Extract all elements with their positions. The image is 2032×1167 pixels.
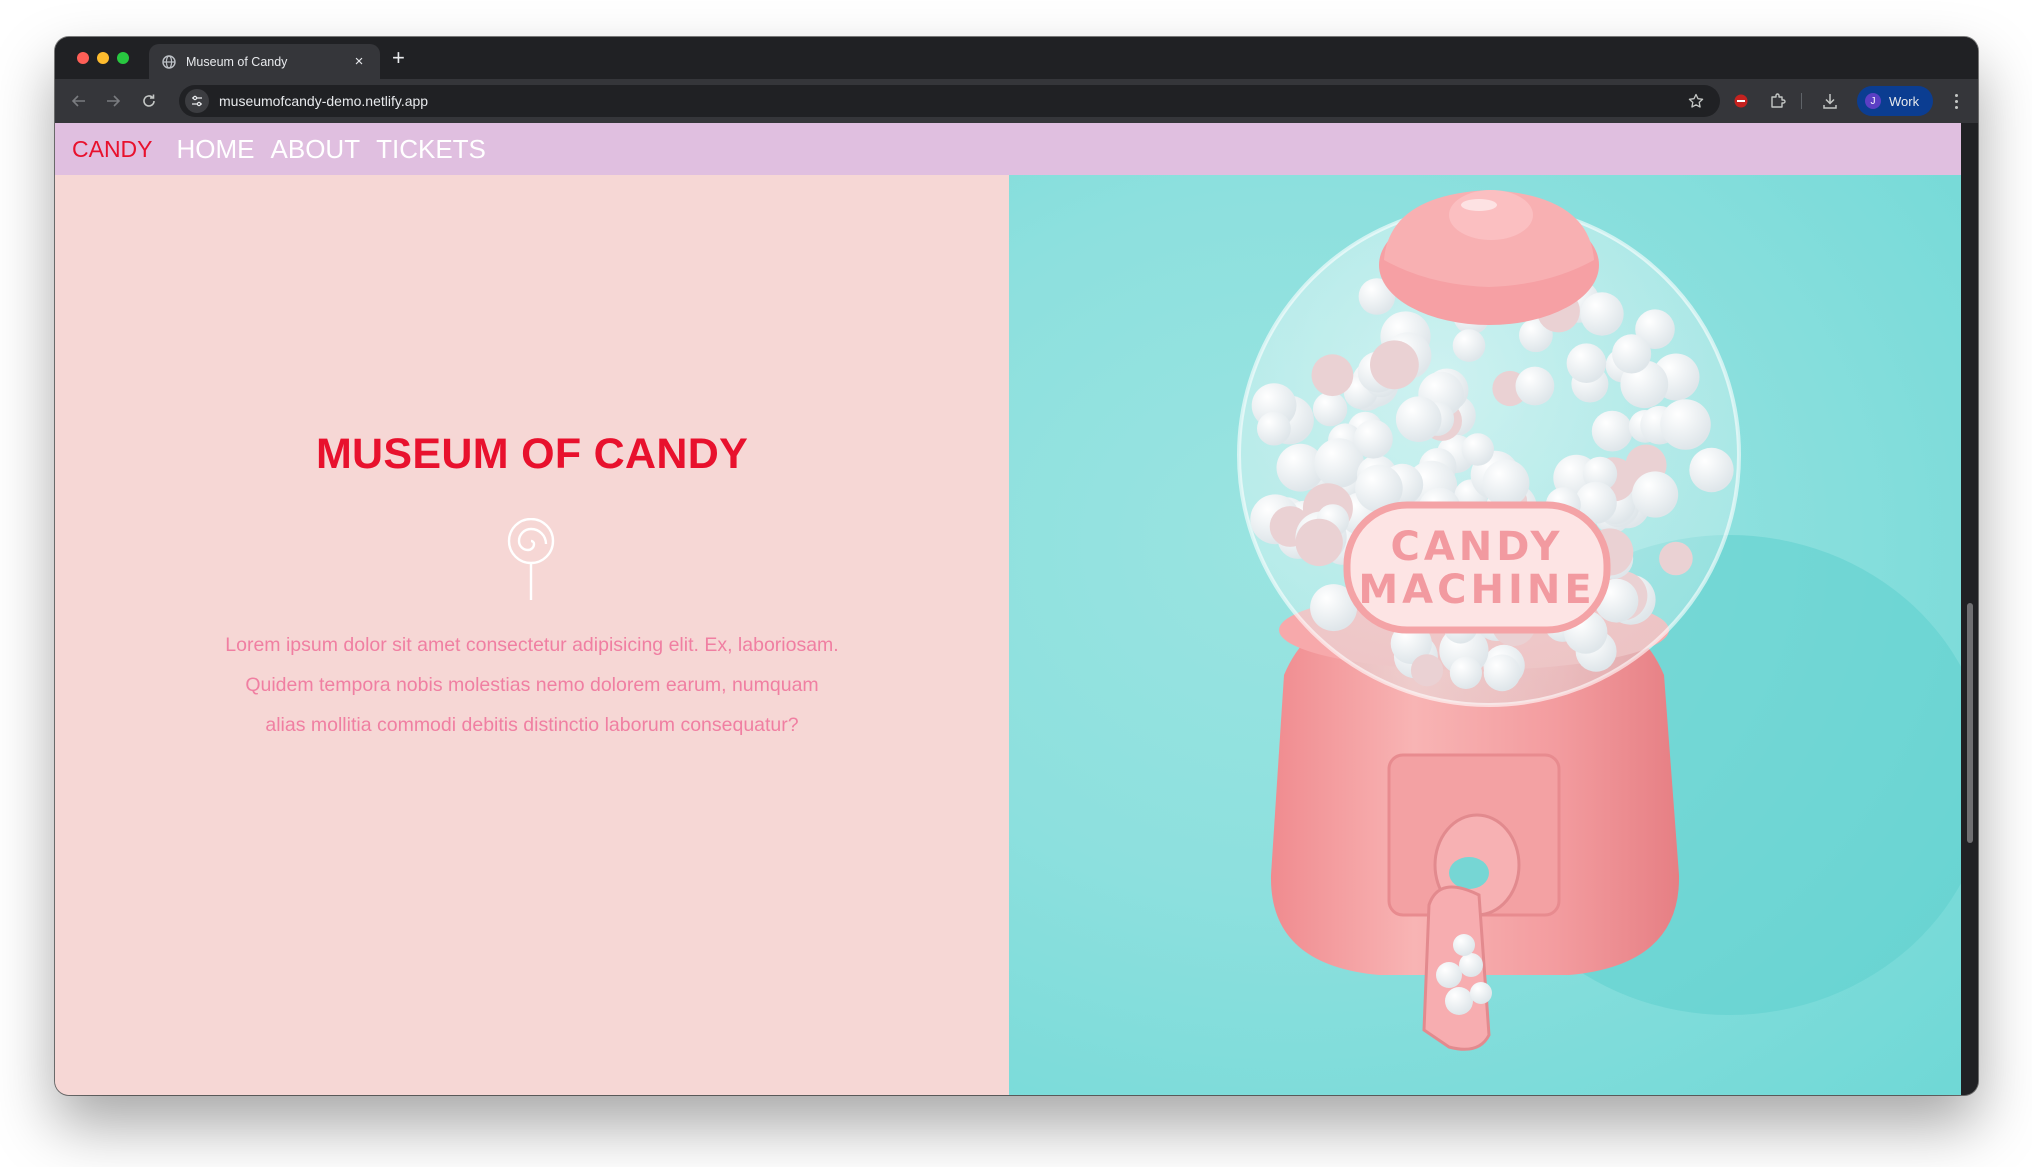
sign-line-2: MACHINE xyxy=(1358,567,1595,613)
gumball-machine-image: CANDY MACHINE xyxy=(1009,175,1961,1095)
star-icon[interactable] xyxy=(1686,91,1706,111)
gumball xyxy=(1482,459,1530,507)
gumball xyxy=(1370,340,1419,390)
close-window-button[interactable] xyxy=(77,52,89,64)
gumball xyxy=(1612,334,1652,374)
maximize-window-button[interactable] xyxy=(117,52,129,64)
sign-line-1: CANDY xyxy=(1390,524,1563,570)
scrollbar-thumb[interactable] xyxy=(1967,603,1973,843)
gumball xyxy=(1659,541,1693,576)
address-bar[interactable]: museumofcandy-demo.netlify.app xyxy=(179,85,1720,117)
gumball xyxy=(1353,419,1393,459)
nav-link-about[interactable]: ABOUT xyxy=(271,134,361,165)
gumball xyxy=(1311,354,1354,397)
browser-toolbar: museumofcandy-demo.netlify.app J Work xyxy=(55,79,1978,123)
puzzle-icon[interactable] xyxy=(1768,91,1788,111)
blocker-extension-icon[interactable] xyxy=(1731,91,1751,111)
new-tab-button[interactable]: + xyxy=(392,47,405,69)
scrollbar[interactable] xyxy=(1961,123,1978,1095)
gumball xyxy=(1295,518,1343,567)
gumball xyxy=(1410,654,1444,687)
nav-link-tickets[interactable]: TICKETS xyxy=(376,134,486,165)
reload-icon[interactable] xyxy=(139,91,159,111)
download-icon[interactable] xyxy=(1820,91,1840,111)
more-menu-icon[interactable] xyxy=(1949,91,1963,111)
gumball xyxy=(1515,366,1555,406)
avatar: J xyxy=(1865,93,1881,109)
globe-icon xyxy=(161,54,177,70)
toolbar-divider xyxy=(1801,93,1802,109)
profile-label: Work xyxy=(1889,93,1920,109)
page-viewport: CANDY HOME ABOUT TICKETS MUSEUM OF CANDY… xyxy=(55,123,1961,1095)
gumball xyxy=(1312,391,1348,427)
gumball xyxy=(1461,433,1494,466)
browser-window: Museum of Candy × + museumofcandy-demo.n… xyxy=(55,37,1978,1095)
minimize-window-button[interactable] xyxy=(97,52,109,64)
lollipop-icon xyxy=(507,518,555,600)
gumball xyxy=(1689,447,1734,493)
back-icon[interactable] xyxy=(69,91,89,111)
tab-close-icon[interactable]: × xyxy=(350,53,368,71)
gumball xyxy=(1395,396,1442,442)
gumball xyxy=(1660,399,1711,450)
url-text: museumofcandy-demo.netlify.app xyxy=(219,93,429,109)
gumball xyxy=(1483,654,1521,692)
hero-description: Lorem ipsum dolor sit amet consectetur a… xyxy=(225,634,839,736)
gumball xyxy=(1452,329,1486,362)
nav-link-home[interactable]: HOME xyxy=(177,134,255,165)
profile-button[interactable]: J Work xyxy=(1857,86,1933,116)
gumball xyxy=(1449,656,1482,689)
brand-link[interactable]: CANDY xyxy=(72,136,153,163)
gumball xyxy=(1257,411,1291,446)
site-info-icon[interactable] xyxy=(185,89,209,113)
hero-text-panel: MUSEUM OF CANDY Lorem ipsum dolor sit am… xyxy=(55,175,1009,1095)
gumball xyxy=(1566,343,1607,383)
browser-tab[interactable]: Museum of Candy × xyxy=(149,44,380,79)
gumball xyxy=(1591,410,1633,452)
tab-title: Museum of Candy xyxy=(186,54,288,69)
page-title: MUSEUM OF CANDY xyxy=(315,430,749,478)
gumball xyxy=(1580,292,1624,336)
gumball xyxy=(1632,471,1679,518)
site-navbar: CANDY HOME ABOUT TICKETS xyxy=(55,123,1961,175)
tab-strip: Museum of Candy × + xyxy=(55,37,1978,79)
forward-icon[interactable] xyxy=(103,91,123,111)
